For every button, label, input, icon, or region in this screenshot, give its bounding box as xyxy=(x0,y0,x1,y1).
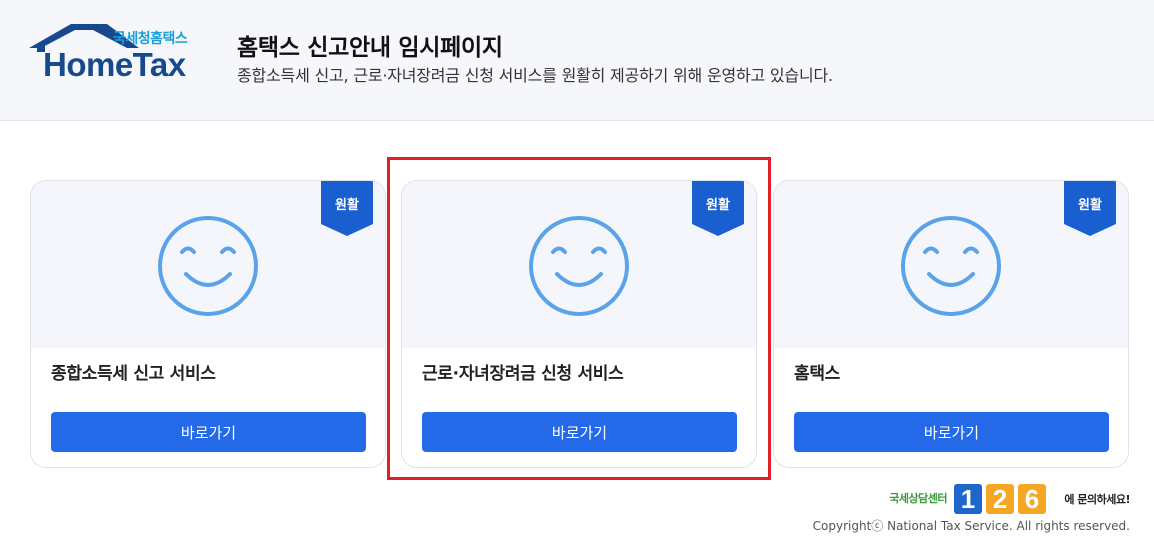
service-card-incentive: 원활 근로·자녀장려금 신청 서비스 바로가기 xyxy=(401,180,757,468)
page-header: 국세청홈택스 HomeTax 홈택스 신고안내 임시페이지 종합소득세 신고, … xyxy=(0,0,1154,121)
contact-center-tail: 에 문의하세요! xyxy=(1064,493,1130,506)
status-badge: 원활 xyxy=(1078,198,1102,213)
contact-number-digit: 1 xyxy=(961,484,975,514)
contact-number-digit: 6 xyxy=(1025,484,1039,514)
go-button-income-tax[interactable]: 바로가기 xyxy=(51,412,366,452)
go-button-incentive[interactable]: 바로가기 xyxy=(422,412,737,452)
status-badge: 원활 xyxy=(335,198,359,213)
hometax-logo[interactable]: 국세청홈택스 HomeTax xyxy=(29,24,201,83)
card-title: 홈택스 xyxy=(794,364,841,384)
contact-center-label: 국세상담센터 xyxy=(889,492,947,505)
contact-number-digit: 2 xyxy=(993,484,1007,514)
logo-wordmark: HomeTax xyxy=(43,46,186,83)
page-subtitle: 종합소득세 신고, 근로·자녀장려금 신청 서비스를 원활히 제공하기 위해 운… xyxy=(237,66,833,85)
go-button-hometax[interactable]: 바로가기 xyxy=(794,412,1109,452)
status-badge: 원활 xyxy=(706,198,730,213)
smiley-icon xyxy=(529,216,629,316)
logo-korean-text: 국세청홈택스 xyxy=(113,31,188,47)
contact-center-banner: 국세상담센터 1 2 6 에 문의하세요! xyxy=(870,483,1130,515)
page-title: 홈택스 신고안내 임시페이지 xyxy=(237,35,503,61)
copyright-text: Copyrightⓒ National Tax Service. All rig… xyxy=(812,519,1130,533)
service-card-hometax: 원활 홈택스 바로가기 xyxy=(773,180,1129,468)
smiley-icon xyxy=(901,216,1001,316)
contact-number-graphic: 1 2 6 xyxy=(954,484,1046,514)
service-card-income-tax: 원활 종합소득세 신고 서비스 바로가기 xyxy=(30,180,386,468)
card-title: 근로·자녀장려금 신청 서비스 xyxy=(422,364,624,384)
card-title: 종합소득세 신고 서비스 xyxy=(51,364,216,384)
smiley-icon xyxy=(158,216,258,316)
